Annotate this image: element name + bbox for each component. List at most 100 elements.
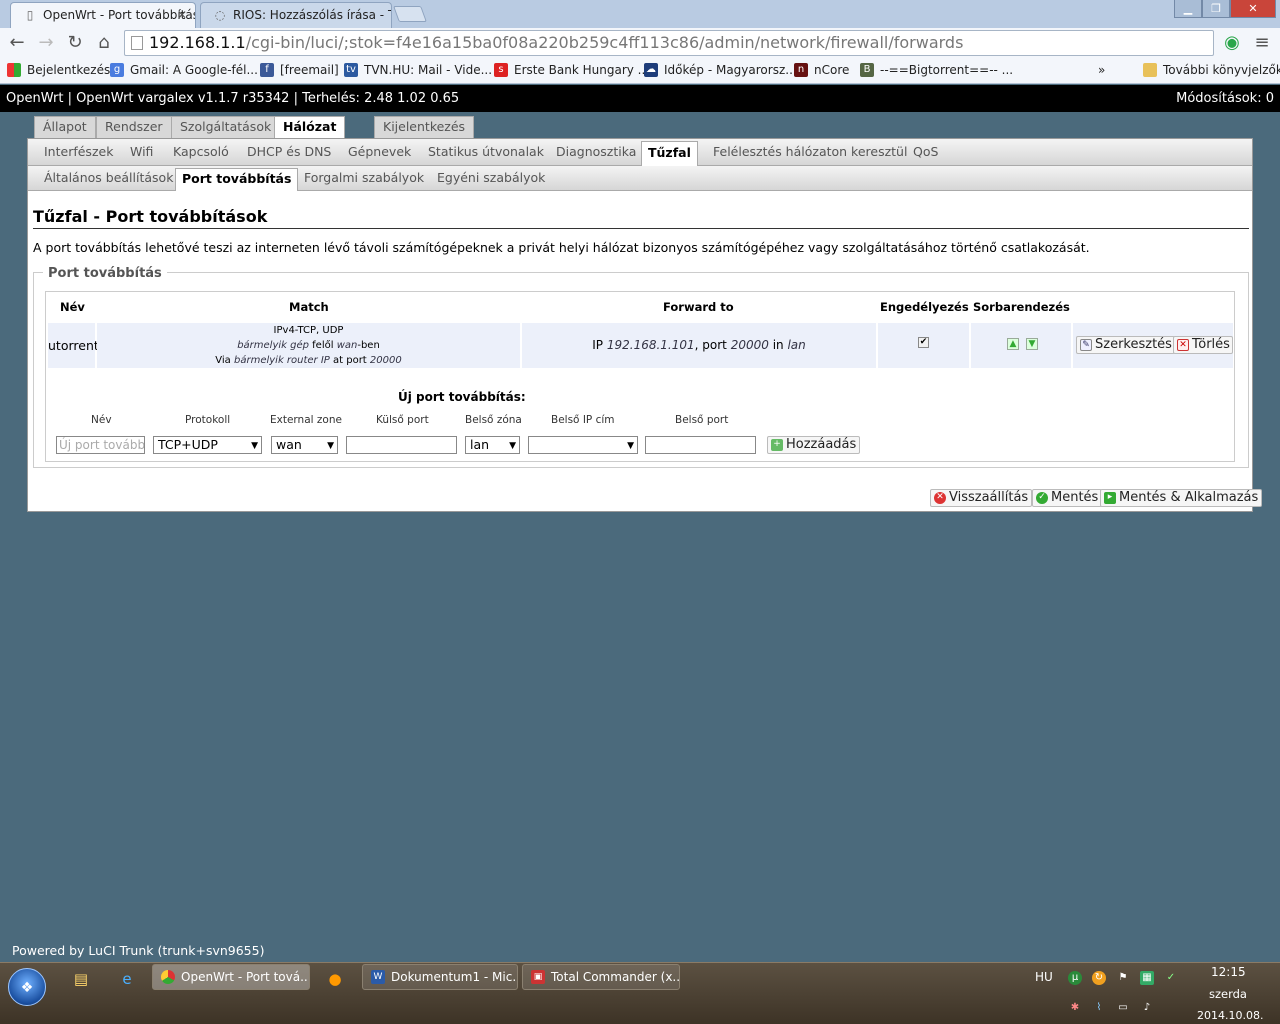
- other-bookmarks-folder[interactable]: További könyvjelzők: [1143, 62, 1280, 78]
- browser-tab-openwrt[interactable]: ▯ OpenWrt - Port továbbítás ✕: [10, 2, 196, 28]
- add-forward-button[interactable]: + Hozzáadás: [767, 436, 861, 454]
- taskbar-chrome[interactable]: OpenWrt - Port tová...: [152, 964, 310, 990]
- match-via: Via bármelyik router IP at port 20000: [97, 353, 520, 368]
- subtab-port-tovabbitas[interactable]: Port továbbítás: [175, 168, 299, 191]
- tab-rendszer[interactable]: Rendszer: [96, 116, 172, 138]
- new-forward-name-input[interactable]: Új port továbbítás: [56, 436, 145, 454]
- table-row-actions: ✎ Szerkesztés ✕ Törlés: [1073, 323, 1233, 368]
- match-via-ip: bármelyik router IP: [233, 355, 330, 366]
- reset-button[interactable]: ✕ Visszaállítás: [930, 489, 1033, 507]
- maximize-button[interactable]: ❐: [1202, 0, 1230, 18]
- clock-time[interactable]: 12:15: [1211, 965, 1246, 979]
- bookmark-tvn[interactable]: tv TVN.HU: Mail - Vide...: [344, 62, 492, 78]
- forward-icon[interactable]: →: [34, 31, 58, 55]
- bookmark-gmail[interactable]: g Gmail: A Google-fél...: [110, 62, 258, 78]
- label-external-zone: External zone: [270, 414, 342, 426]
- clock-day[interactable]: szerda: [1209, 987, 1247, 1001]
- start-button[interactable]: ❖: [8, 968, 46, 1006]
- bookmark-ncore[interactable]: n nCore: [794, 62, 849, 78]
- tab-szolgaltatasok[interactable]: Szolgáltatások: [171, 116, 281, 138]
- external-port-input[interactable]: [346, 436, 457, 454]
- subtab-kapcsolo[interactable]: Kapcsoló: [167, 139, 235, 165]
- flag-icon[interactable]: ⚑: [1116, 971, 1130, 985]
- utorrent-icon[interactable]: µ: [1068, 971, 1082, 985]
- subtab-wifi[interactable]: Wifi: [124, 139, 159, 165]
- enable-checkbox[interactable]: ✔: [918, 337, 929, 348]
- app-tray-icon[interactable]: ▦: [1140, 971, 1154, 985]
- internal-ip-select[interactable]: ▼: [528, 436, 638, 454]
- match-source-zone: wan: [336, 340, 358, 351]
- reload-icon[interactable]: ↻: [63, 31, 87, 55]
- move-down-icon[interactable]: ▼: [1026, 338, 1038, 350]
- save-button[interactable]: ✓ Mentés: [1032, 489, 1103, 507]
- match-via-port: 20000: [369, 355, 402, 366]
- back-icon[interactable]: ←: [5, 31, 29, 55]
- internal-zone-select[interactable]: lan ▼: [465, 436, 520, 454]
- check-icon: ✓: [1036, 492, 1048, 504]
- browser-tab-rios[interactable]: ◌ RIOS: Hozzászólás írása - T: [200, 2, 392, 28]
- language-indicator[interactable]: HU: [1035, 970, 1053, 984]
- usb-icon[interactable]: ✓: [1164, 971, 1178, 985]
- match-protocol: IPv4-TCP, UDP: [273, 325, 344, 336]
- facebook-icon: f: [260, 63, 274, 77]
- ie-icon[interactable]: e: [114, 968, 140, 990]
- home-icon[interactable]: ⌂: [92, 31, 116, 55]
- delete-button[interactable]: ✕ Törlés: [1173, 336, 1233, 354]
- bookmark-bigtorrent[interactable]: B --==Bigtorrent==-- ...: [860, 62, 1013, 78]
- save-apply-button[interactable]: ▸ Mentés & Alkalmazás: [1100, 489, 1263, 507]
- taskbar-word[interactable]: W Dokumentum1 - Mic...: [362, 964, 518, 990]
- subtab-interfeszek[interactable]: Interfészek: [38, 139, 119, 165]
- firewall-subnav: Általános beállítások Port továbbítás Fo…: [28, 166, 1252, 191]
- bookmark-freemail[interactable]: f [freemail]: [260, 62, 339, 78]
- minimize-button[interactable]: ▁: [1174, 0, 1202, 18]
- tab-kijelentkezes[interactable]: Kijelentkezés: [374, 116, 475, 138]
- bookmark-erste[interactable]: s Erste Bank Hungary ...: [494, 62, 649, 78]
- subtab-diagnosztika[interactable]: Diagnosztika: [550, 139, 642, 165]
- address-bar[interactable]: 192.168.1.1/cgi-bin/luci/;stok=f4e16a15b…: [124, 30, 1214, 56]
- browser-tab-strip: ▯ OpenWrt - Port továbbítás ✕ ◌ RIOS: Ho…: [0, 0, 1280, 28]
- menu-icon[interactable]: ≡: [1250, 31, 1274, 55]
- subtab-gepnevek[interactable]: Gépnevek: [342, 139, 417, 165]
- subtab-wol[interactable]: Felélesztés hálózaton keresztül: [707, 139, 913, 165]
- tab-halozat[interactable]: Hálózat: [274, 116, 346, 139]
- bookmark-idokep[interactable]: ☁ Időkép - Magyarorsz...: [644, 62, 797, 78]
- move-up-icon[interactable]: ▲: [1007, 338, 1019, 350]
- bookmarks-more-button[interactable]: »: [1098, 62, 1105, 78]
- windows-logo-icon: ❖: [20, 980, 34, 996]
- fwd-zone-prefix: in: [768, 338, 788, 352]
- vlc-icon[interactable]: ●: [322, 968, 348, 990]
- subtab-qos[interactable]: QoS: [907, 139, 944, 165]
- subtab-egyeni[interactable]: Egyéni szabályok: [431, 166, 551, 192]
- volume-icon[interactable]: ♪: [1140, 1001, 1154, 1015]
- word-icon: W: [371, 970, 385, 984]
- changes-counter[interactable]: Módosítások: 0: [1176, 85, 1274, 112]
- subtab-statikus-utvonalak[interactable]: Statikus útvonalak: [422, 139, 550, 165]
- new-tab-button[interactable]: [393, 6, 427, 22]
- apply-icon: ▸: [1104, 492, 1116, 504]
- internal-port-input[interactable]: [645, 436, 756, 454]
- clock-date[interactable]: 2014.10.08.: [1197, 1009, 1263, 1022]
- subtab-forgalmi[interactable]: Forgalmi szabályok: [298, 166, 430, 192]
- protocol-select[interactable]: TCP+UDP ▼: [153, 436, 262, 454]
- column-header-nev: Név: [60, 300, 85, 314]
- external-zone-value: wan: [276, 437, 302, 452]
- update-icon[interactable]: ↻: [1092, 971, 1106, 985]
- match-source-host: bármelyik gép: [237, 340, 309, 351]
- edit-button[interactable]: ✎ Szerkesztés: [1076, 336, 1175, 354]
- close-tab-icon[interactable]: ✕: [177, 3, 187, 27]
- bookmark-bejelentkezes[interactable]: Bejelentkezés: [7, 62, 110, 78]
- subtab-dhcp-dns[interactable]: DHCP és DNS: [241, 139, 337, 165]
- explorer-icon[interactable]: ▤: [68, 968, 94, 990]
- taskbar-total-commander[interactable]: ▣ Total Commander (x...: [522, 964, 680, 990]
- match-via-prefix: Via: [215, 355, 234, 366]
- wifi-icon[interactable]: ⌇: [1092, 1001, 1106, 1015]
- extension-icon[interactable]: ◉: [1220, 31, 1244, 55]
- security-icon[interactable]: ✱: [1068, 1001, 1082, 1015]
- network-icon[interactable]: ▭: [1116, 1001, 1130, 1015]
- tab-allapot[interactable]: Állapot: [34, 116, 96, 138]
- external-zone-select[interactable]: wan ▼: [271, 436, 338, 454]
- subtab-tuzfal[interactable]: Tűzfal: [641, 141, 698, 166]
- close-window-button[interactable]: ✕: [1230, 0, 1276, 18]
- fwd-ip: 192.168.1.101: [606, 338, 695, 352]
- subtab-altalanos[interactable]: Általános beállítások: [38, 166, 179, 192]
